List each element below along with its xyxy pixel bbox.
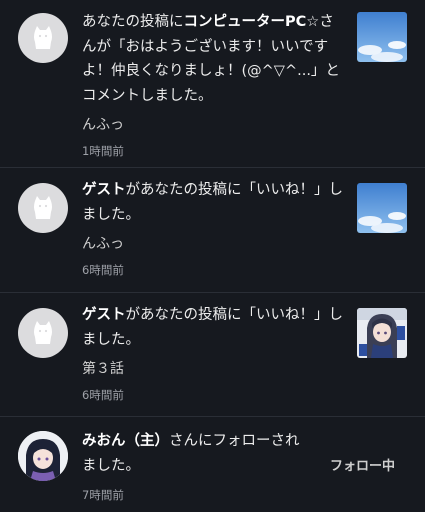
notification-message: あなたの投稿にコンピューターPC☆さんが「おはようございます！いいですよ！仲良く…: [82, 14, 340, 104]
notification-message: ゲストがあなたの投稿に「いいね！」しました。: [82, 307, 343, 348]
post-excerpt: 第３話: [82, 361, 124, 377]
notification-item[interactable]: あなたの投稿にコンピューターPC☆さんが「おはようございます！いいですよ！仲良く…: [0, 0, 425, 168]
notification-list: あなたの投稿にコンピューターPC☆さんが「おはようございます！いいですよ！仲良く…: [0, 0, 425, 512]
actor-name[interactable]: みおん（主）: [82, 433, 169, 449]
timestamp: 1時間前: [82, 144, 124, 158]
default-avatar-icon[interactable]: [18, 13, 68, 63]
following-button[interactable]: フォロー中: [330, 455, 395, 474]
timestamp: 6時間前: [82, 388, 124, 402]
actor-name[interactable]: ゲスト: [82, 307, 126, 323]
user-avatar[interactable]: [18, 431, 68, 481]
post-excerpt: んふっ: [82, 117, 124, 133]
timestamp: 6時間前: [82, 263, 124, 277]
actor-name[interactable]: コンピューターPC☆: [184, 14, 320, 30]
notification-item[interactable]: ゲストがあなたの投稿に「いいね！」しました。 んふっ 6時間前: [0, 168, 425, 293]
timestamp: 7時間前: [82, 488, 124, 502]
default-avatar-icon[interactable]: [18, 183, 68, 233]
notification-item[interactable]: ゲストがあなたの投稿に「いいね！」しました。 第３話 6時間前: [0, 293, 425, 417]
notification-message: みおん（主）さんにフォローされました。: [82, 433, 300, 474]
post-excerpt: んふっ: [82, 236, 124, 252]
anime-girl-thumbnail[interactable]: [357, 308, 407, 358]
sky-clouds-thumbnail[interactable]: [357, 183, 407, 233]
notification-item[interactable]: みおん（主）さんにフォローされました。 7時間前 フォロー中: [0, 417, 425, 512]
actor-name[interactable]: ゲスト: [82, 182, 126, 198]
default-avatar-icon[interactable]: [18, 308, 68, 358]
notification-message: ゲストがあなたの投稿に「いいね！」しました。: [82, 182, 343, 223]
sky-clouds-thumbnail[interactable]: [357, 12, 407, 62]
